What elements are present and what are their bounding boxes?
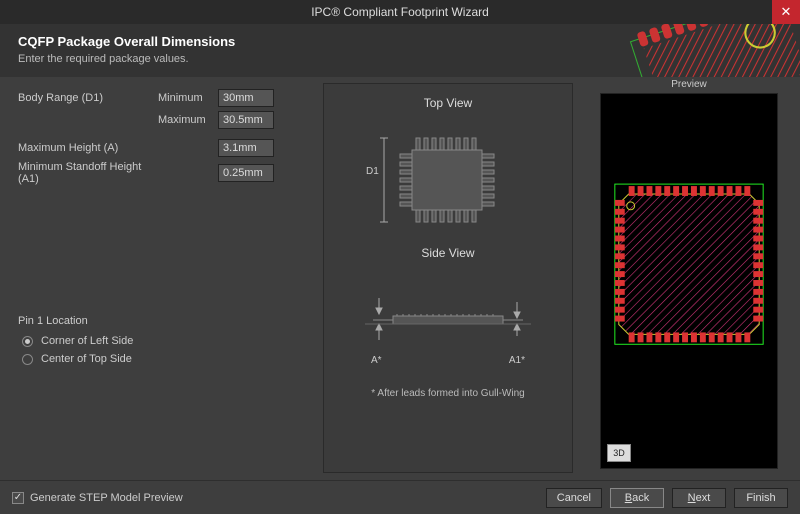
close-icon: ✕ [781, 4, 792, 20]
max-height-input[interactable] [218, 139, 274, 157]
min-standoff-label: Minimum Standoff Height (A1) [18, 161, 158, 185]
wizard-footer: ✓ Generate STEP Model Preview Cancel Bac… [0, 480, 800, 514]
pin1-center-radio[interactable]: Center of Top Side [22, 353, 308, 365]
step-checkbox[interactable]: ✓ [12, 492, 24, 504]
d1-label: D1 [366, 166, 379, 177]
min-standoff-input[interactable] [218, 164, 274, 182]
header-graphic [597, 24, 800, 77]
wizard-header: CQFP Package Overall Dimensions Enter th… [0, 24, 800, 77]
side-view-label: Side View [421, 246, 474, 260]
preview-label: Preview [600, 79, 778, 90]
body-range-min-label: Minimum [158, 92, 218, 104]
next-button[interactable]: Next [672, 488, 726, 508]
top-view-label: Top View [424, 96, 472, 110]
finish-button[interactable]: Finish [734, 488, 788, 508]
cancel-button[interactable]: Cancel [546, 488, 602, 508]
pin1-corner-label: Corner of Left Side [41, 335, 133, 347]
body-range-label: Body Range (D1) [18, 92, 158, 104]
content-area: Body Range (D1) Minimum Maximum Maximum … [0, 77, 800, 477]
window-title: IPC® Compliant Footprint Wizard [311, 5, 489, 19]
max-height-label: Maximum Height (A) [18, 142, 158, 154]
back-button[interactable]: Back [610, 488, 664, 508]
preview-3d-button[interactable]: 3D [607, 444, 631, 462]
pin1-section-label: Pin 1 Location [18, 315, 308, 327]
dimensions-form: Body Range (D1) Minimum Maximum Maximum … [18, 89, 308, 371]
body-range-min-input[interactable] [218, 89, 274, 107]
gull-wing-note: * After leads formed into Gull-Wing [371, 388, 524, 399]
radio-icon [22, 336, 33, 347]
preview-pane[interactable]: 3D [600, 93, 778, 469]
pin1-corner-radio[interactable]: Corner of Left Side [22, 335, 308, 347]
step-label: Generate STEP Model Preview [30, 492, 183, 504]
side-view-diagram: A* A1* [353, 292, 543, 366]
radio-icon [22, 354, 33, 365]
a-star-label: A* [371, 355, 382, 366]
pin1-center-label: Center of Top Side [41, 353, 132, 365]
titlebar: IPC® Compliant Footprint Wizard ✕ [0, 0, 800, 24]
top-view-diagram: D1 [368, 120, 528, 240]
body-range-max-label: Maximum [158, 114, 218, 126]
a1-star-label: A1* [509, 355, 525, 366]
body-range-max-input[interactable] [218, 111, 274, 129]
close-button[interactable]: ✕ [772, 0, 800, 24]
diagram-panel: Top View D1 Side View [323, 83, 573, 473]
